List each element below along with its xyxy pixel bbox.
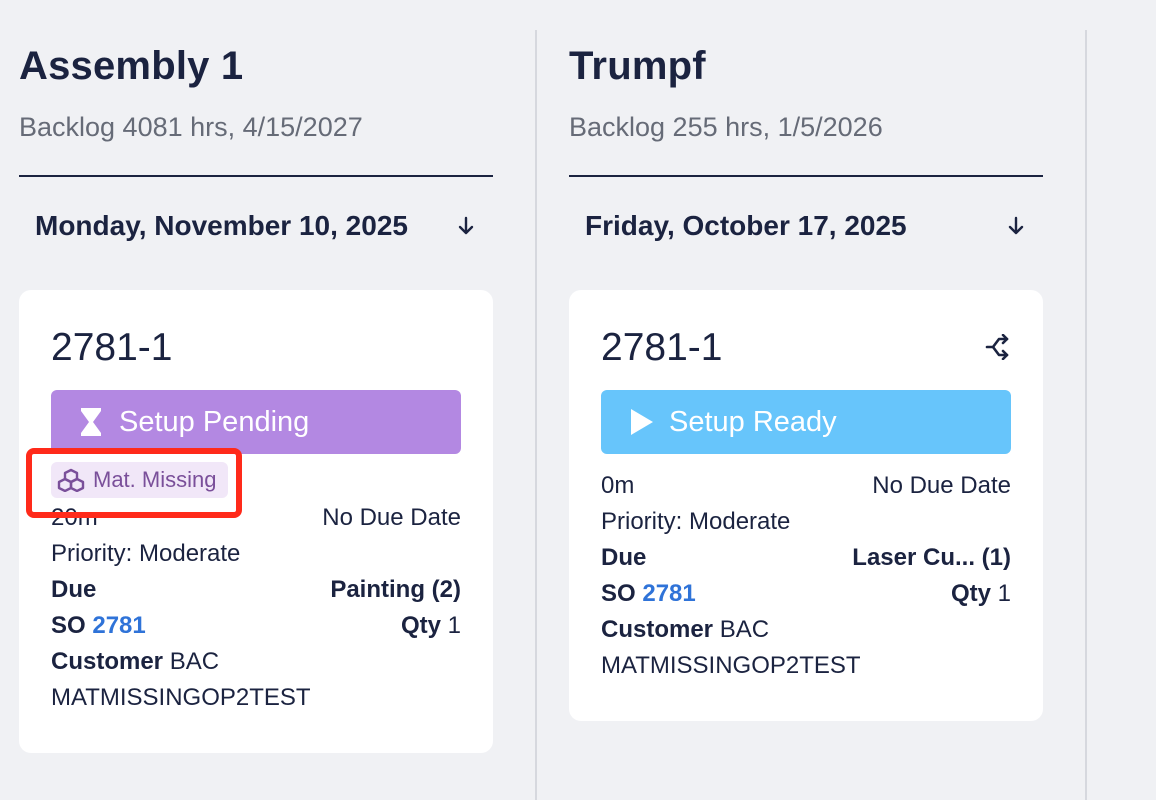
priority-row: Priority: Moderate — [601, 508, 1011, 536]
job-card[interactable]: 2781-1 Setup Ready 0m No Due Date Priori… — [569, 290, 1043, 721]
hourglass-icon — [81, 408, 101, 436]
job-card[interactable]: 2781-1 Setup Pending Mat. Missing 20m No… — [19, 290, 493, 753]
customer-label: Customer — [601, 616, 714, 643]
due-date: No Due Date — [322, 504, 461, 531]
priority: Priority: Moderate — [601, 508, 791, 535]
customer-row: Customer BAC — [51, 648, 461, 676]
status-label: Setup Ready — [669, 405, 837, 438]
qty-label: Qty — [950, 580, 991, 607]
due-label: Due — [601, 544, 647, 571]
operation-row: Due Laser Cu... (1) — [601, 544, 1011, 572]
arrow-down-icon[interactable] — [1005, 215, 1027, 237]
column-backlog: Backlog 255 hrs, 1/5/2026 — [569, 112, 883, 142]
so-row: SO 2781 Qty 1 — [601, 580, 1011, 608]
job-number: 2781-1 — [51, 326, 173, 369]
priority-row: Priority: Moderate — [51, 540, 461, 568]
column-backlog: Backlog 4081 hrs, 4/15/2027 — [19, 112, 363, 142]
operation: Painting (2) — [330, 576, 461, 603]
so-row: SO 2781 Qty 1 — [51, 612, 461, 640]
due-label: Due — [51, 576, 97, 603]
date-label: Friday, October 17, 2025 — [585, 210, 907, 241]
column-title: Assembly 1 — [19, 44, 244, 88]
part-number: MATMISSINGOP2TEST — [51, 684, 311, 711]
play-icon — [631, 409, 653, 435]
customer-label: Customer — [51, 648, 164, 675]
setup-status-button[interactable]: Setup Pending — [51, 390, 461, 454]
so-number-link[interactable]: 2781 — [92, 612, 145, 639]
split-icon[interactable] — [985, 334, 1011, 360]
customer-value: BAC — [169, 648, 220, 675]
customer-value: BAC — [719, 616, 770, 643]
column-divider — [535, 30, 537, 800]
highlight-annotation — [26, 448, 242, 518]
priority: Priority: Moderate — [51, 540, 241, 567]
column-title: Trumpf — [569, 44, 706, 88]
qty-value: 1 — [997, 580, 1011, 607]
customer-row: Customer BAC — [601, 616, 1011, 644]
qty-value: 1 — [447, 612, 461, 639]
column-rule — [19, 175, 493, 177]
setup-status-button[interactable]: Setup Ready — [601, 390, 1011, 454]
duration-row: 0m No Due Date — [601, 472, 1011, 500]
part-row: MATMISSINGOP2TEST — [51, 684, 461, 712]
so-label: SO — [601, 580, 636, 607]
operation-row: Due Painting (2) — [51, 576, 461, 604]
column-rule — [569, 175, 1043, 177]
duration: 0m — [601, 472, 635, 499]
arrow-down-icon[interactable] — [455, 215, 477, 237]
date-label: Monday, November 10, 2025 — [35, 210, 408, 241]
job-number: 2781-1 — [601, 326, 723, 369]
operation: Laser Cu... (1) — [852, 544, 1011, 571]
part-row: MATMISSINGOP2TEST — [601, 652, 1011, 680]
status-label: Setup Pending — [119, 405, 310, 438]
due-date: No Due Date — [872, 472, 1011, 499]
date-sort-toggle[interactable]: Monday, November 10, 2025 — [35, 206, 477, 246]
part-number: MATMISSINGOP2TEST — [601, 652, 861, 679]
column-divider — [1085, 30, 1087, 800]
so-number-link[interactable]: 2781 — [642, 580, 695, 607]
date-sort-toggle[interactable]: Friday, October 17, 2025 — [585, 206, 1027, 246]
qty-label: Qty — [400, 612, 441, 639]
so-label: SO — [51, 612, 86, 639]
